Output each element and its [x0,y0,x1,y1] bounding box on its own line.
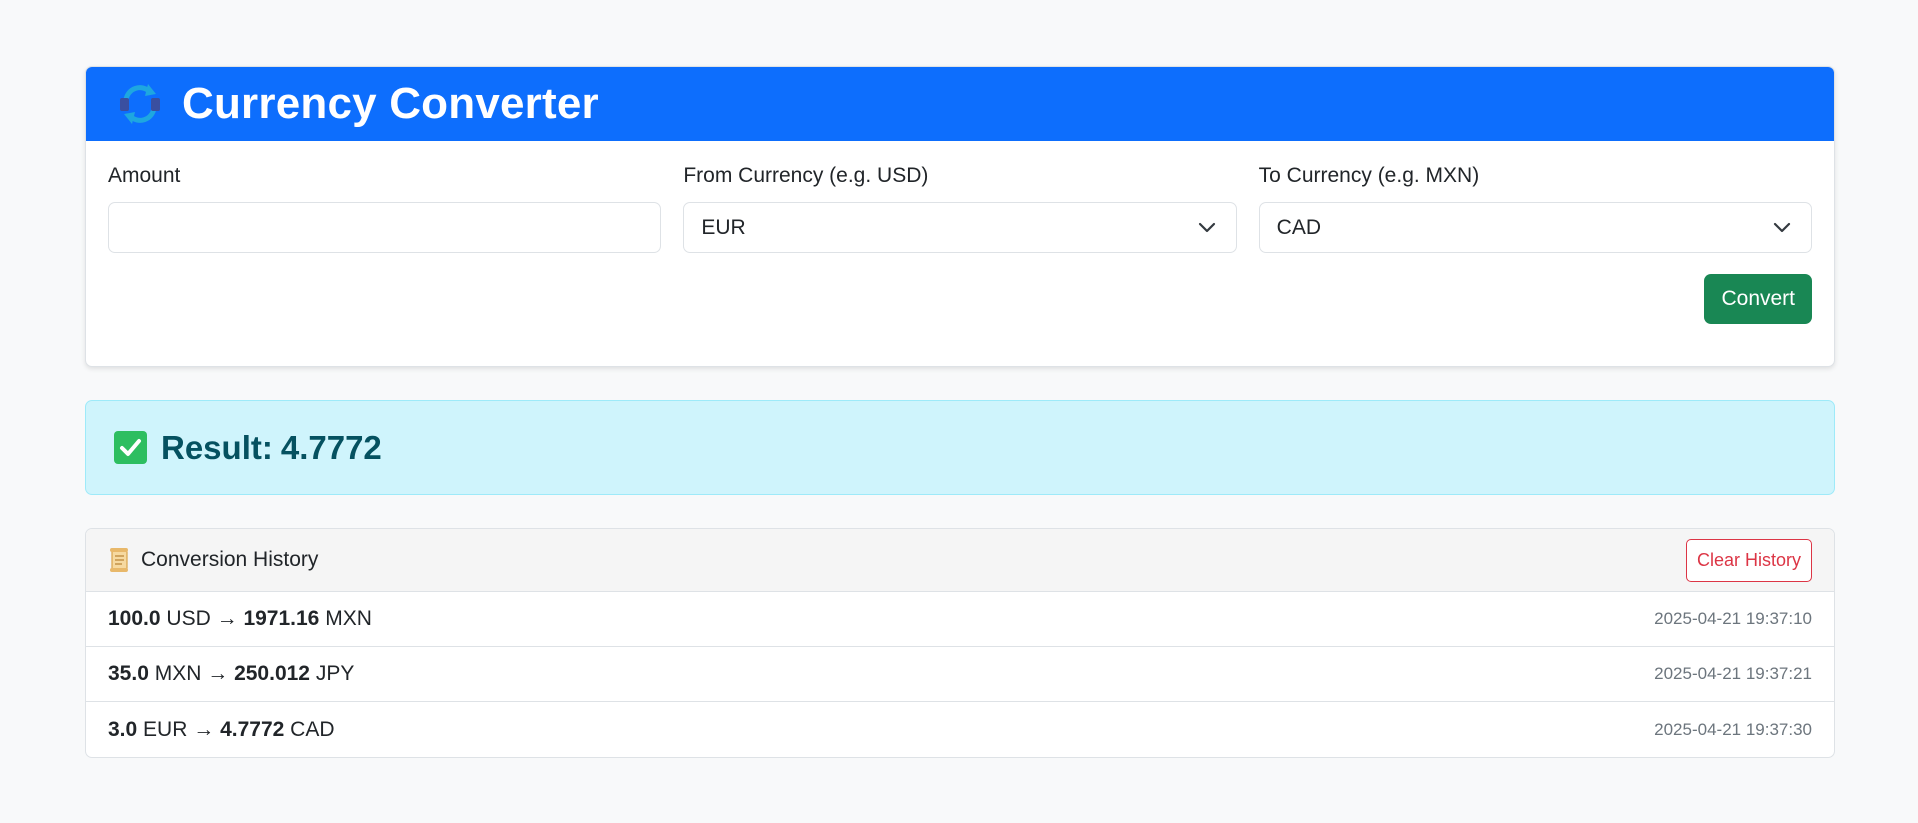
from-currency-group: From Currency (e.g. USD) EUR [683,163,1237,253]
history-converted: 1971.16 [243,607,320,630]
history-from: USD [166,607,211,630]
history-to: MXN [325,607,372,630]
amount-input[interactable] [108,202,662,253]
amount-group: Amount [108,163,662,253]
page-title: Currency Converter [182,79,599,128]
history-amount: 35.0 [108,662,149,685]
history-arrow: → [193,717,215,741]
history-converted: 250.012 [234,662,310,685]
from-currency-label: From Currency (e.g. USD) [683,164,929,187]
history-arrow: → [207,662,229,685]
amount-label: Amount [108,164,181,187]
history-from: MXN [154,662,202,685]
check-box-icon [114,431,147,464]
result-value: 4.7772 [280,428,382,466]
chevron-down-icon [1773,222,1791,232]
currency-exchange-icon [116,80,164,128]
from-currency-select[interactable]: EUR [683,202,1237,253]
chevron-down-icon [1198,222,1215,232]
history-to: JPY [315,662,355,685]
to-currency-value: CAD [1276,215,1321,239]
history-arrow: → [216,607,238,630]
history-timestamp: 2025-04-21 19:37:30 [1654,719,1812,739]
result-label: Result: [161,428,273,466]
scroll-icon [110,548,128,572]
converter-header: Currency Converter [86,67,1834,141]
to-currency-group: To Currency (e.g. MXN) CAD [1258,163,1812,253]
result-alert: Result: 4.7772 [85,400,1835,495]
history-converted: 4.7772 [220,717,285,741]
convert-button[interactable]: Convert [1704,274,1812,324]
history-header: Conversion History Clear History [86,529,1834,592]
history-from: EUR [143,717,188,741]
history-row: 3.0 EUR → 4.7772 CAD 2025-04-21 19:37:30 [86,702,1834,757]
history-to: CAD [290,717,335,741]
history-row: 100.0 USD → 1971.16 MXN 2025-04-21 19:37… [86,592,1834,647]
history-card: Conversion History Clear History 100.0 U… [85,528,1835,758]
history-timestamp: 2025-04-21 19:37:10 [1654,609,1812,628]
app-container: Currency Converter Amount From Currency … [85,66,1835,758]
history-row: 35.0 MXN → 250.012 JPY 2025-04-21 19:37:… [86,647,1834,702]
history-amount: 3.0 [108,717,138,741]
to-currency-label: To Currency (e.g. MXN) [1258,164,1480,187]
history-amount: 100.0 [108,607,161,630]
to-currency-select[interactable]: CAD [1258,202,1812,253]
history-timestamp: 2025-04-21 19:37:21 [1654,664,1812,683]
converter-form: Amount From Currency (e.g. USD) EUR To C… [86,141,1834,366]
clear-history-button[interactable]: Clear History [1685,538,1812,582]
from-currency-value: EUR [701,215,746,239]
history-title: Conversion History [141,548,319,571]
converter-card: Currency Converter Amount From Currency … [85,66,1835,367]
